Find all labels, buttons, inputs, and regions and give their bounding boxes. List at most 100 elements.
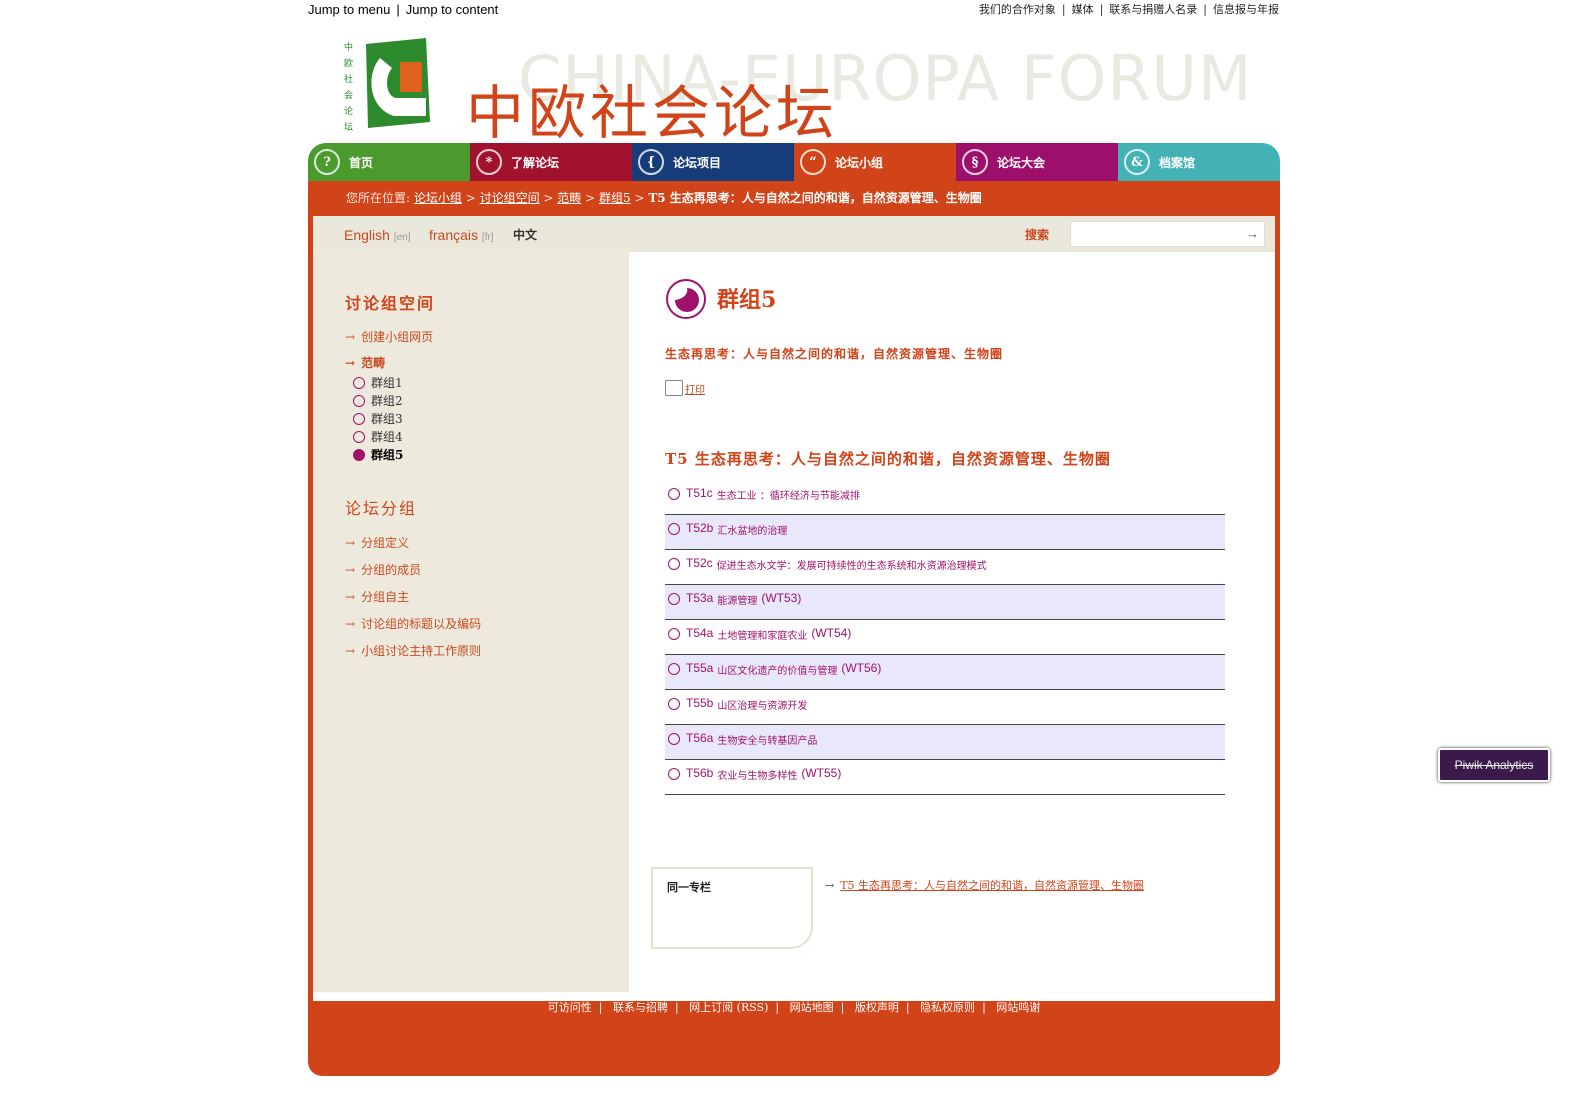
language-bar: English [en] français [fr] 中文 搜索 → bbox=[313, 216, 1275, 252]
search-submit-icon[interactable]: → bbox=[1246, 226, 1259, 241]
asterisk-icon: * bbox=[476, 149, 502, 175]
page-title: 群组5 bbox=[717, 287, 777, 313]
lang-french[interactable]: français [fr] bbox=[429, 227, 494, 243]
breadcrumb-link-spaces[interactable]: 讨论组空间 bbox=[480, 191, 540, 205]
top-link-partners[interactable]: 我们的合作对象 bbox=[979, 3, 1056, 16]
list-item[interactable]: T55b 山区治理与资源开发 bbox=[665, 690, 1225, 725]
sidebar-link-principles[interactable]: → 小组讨论主持工作原则 bbox=[345, 642, 481, 659]
list-item[interactable]: T54a 土地管理和家庭农业 (WT54) bbox=[665, 620, 1225, 655]
breadcrumb-link-categories[interactable]: 范畴 bbox=[557, 191, 581, 205]
sidebar-sub-group2[interactable]: 群组2 bbox=[353, 392, 403, 409]
page-subtitle: 生态再思考：人与自然之间的和谐，自然资源管理、生物圈 bbox=[665, 347, 1004, 361]
group4-icon bbox=[353, 430, 365, 443]
ampersand-icon: & bbox=[1124, 149, 1150, 175]
same-topic-label: 同一专栏 bbox=[667, 881, 711, 894]
top-link-contacts[interactable]: 联系与捐赠人名录 bbox=[1109, 3, 1197, 16]
same-topic-box: 同一专栏 bbox=[651, 867, 813, 949]
svg-text:欧: 欧 bbox=[344, 57, 353, 69]
list-item[interactable]: T52c 促进生态水文学：发展可持续性的生态系统和水资源治理模式 bbox=[665, 550, 1225, 585]
group5-icon bbox=[353, 448, 365, 461]
nav-tab-about[interactable]: * 了解论坛 bbox=[470, 143, 632, 181]
footer-link-credits[interactable]: 网站鸣谢 bbox=[996, 1001, 1040, 1014]
list-item[interactable]: T56a 生物安全与转基因产品 bbox=[665, 725, 1225, 760]
group2-icon bbox=[353, 394, 365, 407]
lang-english[interactable]: English [en] bbox=[344, 227, 411, 243]
top-link-media[interactable]: 媒体 bbox=[1072, 3, 1094, 16]
nav-tab-groups[interactable]: “论坛小组 bbox=[794, 143, 956, 181]
sidebar-link-codes[interactable]: → 讨论组的标题以及编码 bbox=[345, 615, 481, 632]
svg-text:中: 中 bbox=[344, 41, 353, 53]
nav-tab-archives[interactable]: & 档案馆 bbox=[1118, 143, 1280, 181]
main-nav: ? 首页 * 了解论坛 {论坛项目 “论坛小组 § 论坛大会 & 档案馆 bbox=[308, 143, 1280, 181]
same-topic-link[interactable]: → T5 生态再思考：人与自然之间的和谐，自然资源管理、生物圈 bbox=[825, 877, 1144, 893]
quote-icon: “ bbox=[800, 149, 826, 175]
nav-tab-projects[interactable]: {论坛项目 bbox=[632, 143, 794, 181]
group1-icon bbox=[353, 376, 365, 389]
sidebar-heading-spaces: 讨论组空间 bbox=[345, 294, 436, 313]
top-link-reports[interactable]: 信息报与年报 bbox=[1213, 3, 1279, 16]
nav-tab-assembly[interactable]: § 论坛大会 bbox=[956, 143, 1118, 181]
arrow-icon: → bbox=[825, 879, 835, 892]
breadcrumb: 您所在位置: 论坛小组 > 讨论组空间 > 范畴 > 群组5 > T5 生态再思… bbox=[346, 191, 982, 205]
jump-to-menu-link[interactable]: Jump to menu bbox=[308, 2, 390, 17]
arrow-icon: → bbox=[345, 563, 356, 577]
topic-list: T51c 生态工业 ：循环经济与节能减排 T52b 汇水盆地的治理 T52c 促进生态… bbox=[665, 480, 1225, 795]
arrow-icon: → bbox=[345, 644, 356, 658]
list-item[interactable]: T56b 农业与生物多样性 (WT55) bbox=[665, 760, 1225, 795]
site-logo[interactable]: 中欧社会论坛 bbox=[344, 38, 434, 138]
footer-link-rss[interactable]: 网上订阅 (RSS) bbox=[689, 1001, 768, 1014]
svg-text:社: 社 bbox=[344, 73, 353, 85]
page-frame: 您所在位置: 论坛小组 > 讨论组空间 > 范畴 > 群组5 > T5 生态再思… bbox=[308, 181, 1280, 1076]
brace-icon: { bbox=[638, 149, 664, 175]
play-icon bbox=[668, 628, 680, 640]
skip-links: Jump to menu | Jump to content bbox=[308, 2, 499, 17]
list-item[interactable]: T55a 山区文化遗产的价值与管理 (WT56) bbox=[665, 655, 1225, 690]
search-input[interactable]: → bbox=[1070, 221, 1265, 247]
group3-icon bbox=[353, 412, 365, 425]
question-icon: ? bbox=[314, 149, 340, 175]
printer-icon bbox=[665, 380, 683, 396]
content-area: English [en] français [fr] 中文 搜索 → 讨论组空间… bbox=[313, 216, 1275, 1001]
sidebar-link-categories[interactable]: → 范畴 bbox=[345, 354, 385, 371]
sidebar-sub-group4[interactable]: 群组4 bbox=[353, 428, 403, 445]
play-icon bbox=[668, 558, 680, 570]
breadcrumb-link-group5[interactable]: 群组5 bbox=[599, 191, 631, 205]
svg-text:坛: 坛 bbox=[344, 122, 353, 133]
sidebar-sub-group3[interactable]: 群组3 bbox=[353, 410, 403, 427]
footer-link-privacy[interactable]: 隐私权原则 bbox=[920, 1001, 975, 1014]
breadcrumb-link-groups[interactable]: 论坛小组 bbox=[414, 191, 462, 205]
list-item[interactable]: T51c 生态工业 ：循环经济与节能减排 bbox=[665, 480, 1225, 515]
top-links: 我们的合作对象 | 媒体 | 联系与捐赠人名录 | 信息报与年报 bbox=[978, 3, 1279, 16]
section-icon: § bbox=[962, 149, 988, 175]
arrow-icon: → bbox=[345, 536, 356, 550]
svg-text:论: 论 bbox=[344, 105, 353, 117]
play-icon bbox=[668, 663, 680, 675]
sidebar-heading-forum-groups: 论坛分组 bbox=[345, 499, 418, 518]
sidebar-link-create[interactable]: → 创建小组网页 bbox=[345, 328, 433, 345]
play-icon bbox=[668, 768, 680, 780]
play-icon bbox=[668, 488, 680, 500]
sidebar-link-autonomy[interactable]: → 分组自主 bbox=[345, 588, 409, 605]
footer-link-accessibility[interactable]: 可访问性 bbox=[548, 1001, 592, 1014]
footer-link-contact[interactable]: 联系与招聘 bbox=[613, 1001, 668, 1014]
jump-to-content-link[interactable]: Jump to content bbox=[406, 2, 499, 17]
nav-tab-home[interactable]: ? 首页 bbox=[308, 143, 470, 181]
group5-logo-icon bbox=[666, 279, 706, 319]
sidebar-sub-group5[interactable]: 群组5 bbox=[353, 446, 403, 463]
arrow-icon: → bbox=[345, 356, 356, 370]
print-link[interactable]: 打印 bbox=[665, 380, 705, 396]
footer-link-copyright[interactable]: 版权声明 bbox=[855, 1001, 899, 1014]
sidebar-link-members[interactable]: → 分组的成员 bbox=[345, 561, 421, 578]
footer-links: 可访问性 | 联系与招聘 | 网上订阅 (RSS) | 网站地图 | 版权声明 | 隐私权… bbox=[547, 1001, 1041, 1014]
sidebar: 讨论组空间 → 创建小组网页 → 范畴 群组1 群组2 群组3 群组4 群组5 论坛… bbox=[313, 252, 629, 992]
piwik-analytics-badge[interactable]: Piwik Analytics bbox=[1438, 748, 1550, 782]
list-item[interactable]: T52b 汇水盆地的治理 bbox=[665, 515, 1225, 550]
arrow-icon: → bbox=[345, 617, 356, 631]
footer-link-sitemap[interactable]: 网站地图 bbox=[790, 1001, 834, 1014]
section-title: T5 生态再思考：人与自然之间的和谐，自然资源管理、生物圈 bbox=[665, 450, 1111, 468]
sidebar-link-definition[interactable]: → 分组定义 bbox=[345, 534, 409, 551]
search-label: 搜索 bbox=[1025, 228, 1050, 242]
sidebar-sub-group1[interactable]: 群组1 bbox=[353, 374, 403, 391]
list-item[interactable]: T53a 能源管理 (WT53) bbox=[665, 585, 1225, 620]
site-header: CHINA-EUROPA FORUM 中欧社会论坛 中欧社会论坛 bbox=[308, 28, 1280, 147]
